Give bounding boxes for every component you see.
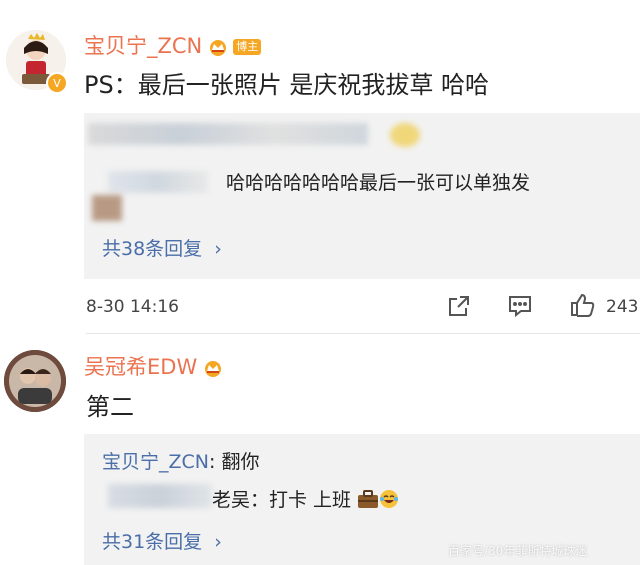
- more-replies-label[interactable]: 共31条回复: [102, 531, 202, 553]
- share-icon[interactable]: [447, 294, 471, 322]
- more-replies-link[interactable]: 共38条回复 ›: [102, 237, 222, 261]
- username-text[interactable]: 吴冠希EDW: [84, 355, 197, 379]
- reply-author-text: : 翻你: [209, 451, 260, 473]
- chevron-right-icon: ›: [214, 238, 222, 260]
- comment-text: 第二: [86, 393, 134, 421]
- chevron-right-icon: ›: [214, 531, 222, 553]
- reply-preview-box[interactable]: 哈哈哈哈哈哈哈最后一张可以单独发 共38条回复 ›: [84, 113, 640, 279]
- username[interactable]: 宝贝宁_ZCN 博主: [84, 33, 262, 62]
- verified-badge-icon: V: [46, 72, 68, 94]
- like-count: 243: [606, 297, 639, 317]
- vip-crown-icon: [203, 357, 223, 383]
- username[interactable]: 吴冠希EDW: [84, 354, 223, 383]
- comment-time: 8-30 14:16: [86, 297, 179, 317]
- comment-icon[interactable]: [507, 294, 533, 322]
- username-text[interactable]: 宝贝宁_ZCN: [84, 34, 202, 58]
- blurred-username: [88, 123, 368, 145]
- like-icon[interactable]: [569, 291, 597, 323]
- divider: [86, 333, 640, 334]
- laughing-emoji-icon: [379, 489, 399, 515]
- more-replies-link[interactable]: 共31条回复 ›: [102, 530, 222, 554]
- more-replies-label[interactable]: 共38条回复: [102, 238, 202, 260]
- briefcase-emoji-icon: [357, 489, 379, 515]
- comment-text: PS：最后一张照片 是庆祝我拔草 哈哈: [84, 71, 489, 99]
- svg-text:V: V: [53, 77, 61, 90]
- vip-crown-icon: [208, 36, 228, 62]
- blurred-image: [92, 195, 122, 221]
- blurred-username: [108, 484, 212, 508]
- reply-text: 老吴：打卡 上班: [212, 489, 352, 511]
- blurred-emoji: [390, 123, 420, 147]
- reply-preview-box[interactable]: 宝贝宁_ZCN: 翻你 老吴：打卡 上班 共31条回复 › 百家号/30年菲斯特…: [84, 434, 640, 565]
- reply-text: 哈哈哈哈哈哈哈最后一张可以单独发: [226, 172, 531, 194]
- blogger-badge: 博主: [233, 39, 262, 55]
- avatar-photo: [4, 350, 66, 412]
- reply-line: 宝贝宁_ZCN: 翻你: [102, 450, 259, 474]
- watermark: 百家号/30年菲斯特城球迷: [448, 544, 588, 558]
- avatar[interactable]: [4, 350, 66, 412]
- reply-line: 老吴：打卡 上班: [212, 488, 399, 515]
- blurred-username: [108, 171, 208, 193]
- reply-author-link[interactable]: 宝贝宁_ZCN: [102, 451, 209, 473]
